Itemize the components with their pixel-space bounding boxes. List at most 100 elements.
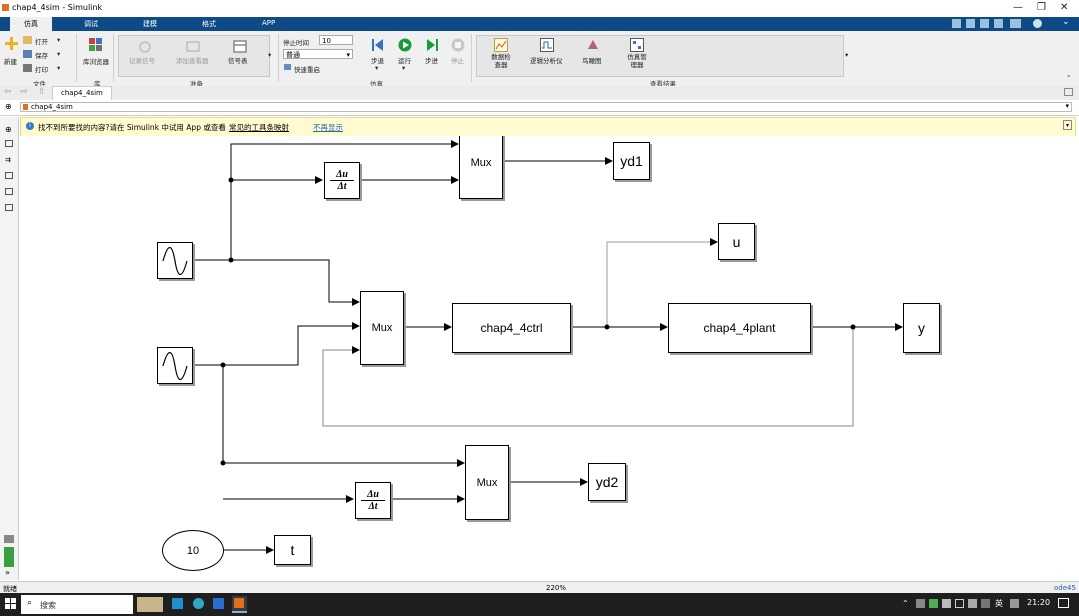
stop-time-input[interactable]: 10 — [319, 35, 353, 45]
tab-modeling[interactable]: 建模 — [143, 19, 157, 29]
ctrl-subsystem[interactable]: chap4_4ctrl — [452, 303, 571, 353]
step-back-icon[interactable] — [371, 38, 385, 52]
new-button[interactable]: 新建 — [4, 56, 17, 66]
pinned-app-icon-1[interactable] — [172, 598, 183, 609]
matlab-taskbar-icon[interactable] — [232, 596, 247, 613]
property-inspector-icon[interactable] — [4, 535, 14, 543]
derivative-block-1[interactable]: Δu Δt — [324, 162, 360, 199]
volume-icon[interactable] — [968, 599, 977, 608]
layout-icon[interactable] — [1010, 19, 1021, 28]
tab-format[interactable]: 格式 — [202, 19, 216, 29]
tab-menu-icon[interactable] — [1064, 88, 1073, 96]
data-inspector-button[interactable]: 数据检查器 — [491, 53, 511, 69]
simulation-mode-select[interactable]: 普通 ▾ — [283, 49, 353, 59]
constant-block[interactable]: 10 — [162, 530, 224, 571]
banner-menu-icon[interactable]: ▾ — [1063, 120, 1072, 130]
taskbar-search-box[interactable]: ⌕ 搜索 — [21, 595, 133, 614]
record-signal-button[interactable]: 记录信号 — [129, 55, 155, 65]
stop-button[interactable]: 停止 — [451, 55, 464, 65]
breadcrumb[interactable]: chap4_4sim ▾ — [20, 102, 1072, 112]
input-language[interactable]: 英 — [995, 598, 1003, 609]
sine-wave-block-1[interactable] — [157, 242, 193, 279]
model-tab[interactable]: chap4_4sim — [52, 86, 112, 101]
solver-link[interactable]: ode45 — [1054, 584, 1076, 592]
new-icon[interactable] — [5, 37, 18, 50]
prepare-expand-icon[interactable]: ▾ — [268, 51, 271, 59]
ribbon-minimize-icon[interactable]: ⌃ — [1066, 74, 1071, 82]
yd2-block[interactable]: yd2 — [588, 463, 626, 501]
library-browser-icon[interactable] — [89, 38, 103, 52]
dont-show-again-link[interactable]: 不再显示 — [313, 122, 343, 133]
derivative-block-2[interactable]: Δu Δt — [355, 482, 391, 519]
windows-start-icon[interactable] — [5, 598, 17, 610]
minimize-icon[interactable]: — — [1013, 2, 1023, 13]
clock[interactable]: 21:20 — [1027, 598, 1050, 607]
save-dropdown-icon[interactable]: ▾ — [57, 50, 60, 58]
cut-icon[interactable] — [966, 19, 975, 28]
pinned-app-icon-2[interactable] — [213, 598, 224, 609]
mux-block-3[interactable]: Mux — [465, 445, 509, 520]
open-button[interactable]: 打开 — [35, 36, 48, 46]
fit-view-icon[interactable] — [5, 140, 13, 147]
yd1-block[interactable]: yd1 — [613, 142, 650, 180]
save-quick-icon[interactable] — [952, 19, 961, 28]
toolstrip-map-link[interactable]: 常见的工具条映射 — [229, 122, 289, 133]
print-button[interactable]: 打印 — [35, 64, 48, 74]
forward-icon[interactable]: ⇨ — [20, 87, 28, 97]
network-icon[interactable] — [955, 599, 964, 608]
tab-simulation[interactable]: 仿真 — [10, 17, 52, 31]
save-button[interactable]: 保存 — [35, 50, 48, 60]
step-back-dropdown-icon[interactable]: ▾ — [375, 64, 378, 72]
open-dropdown-icon[interactable]: ▾ — [57, 36, 60, 44]
y-block[interactable]: y — [903, 303, 940, 353]
step-forward-button[interactable]: 步进 — [425, 55, 438, 65]
ime-icon[interactable] — [1010, 599, 1019, 608]
review-expand-icon[interactable]: ▾ — [845, 51, 848, 59]
help-icon[interactable] — [1033, 19, 1042, 28]
expand-panel-icon[interactable]: » — [5, 568, 10, 577]
redo-icon[interactable] — [994, 19, 1003, 28]
add-viewer-button[interactable]: 添加查看器 — [176, 55, 209, 65]
run-dropdown-icon[interactable]: ▾ — [402, 64, 405, 72]
close-icon[interactable]: ✕ — [1060, 2, 1068, 13]
sim-manager-button[interactable]: 仿真管理器 — [626, 53, 648, 69]
signal-table-button[interactable]: 信号表 — [228, 55, 248, 65]
step-forward-icon[interactable] — [425, 38, 439, 52]
model-data-icon[interactable] — [4, 547, 14, 567]
annotation-icon[interactable] — [5, 188, 13, 195]
notification-icon[interactable] — [1058, 598, 1069, 608]
breadcrumb-path[interactable]: chap4_4sim — [31, 103, 73, 111]
mux-block-2[interactable]: Mux — [360, 291, 404, 365]
collapse-ribbon-icon[interactable]: ⌄ — [1062, 17, 1070, 27]
restore-icon[interactable]: ❐ — [1037, 2, 1046, 13]
tray-icon-1[interactable] — [916, 599, 925, 608]
zoom-icon[interactable]: ⊕ — [5, 125, 12, 134]
edge-browser-icon[interactable] — [193, 598, 204, 609]
arrow-icon[interactable]: ⇉ — [5, 156, 11, 164]
up-icon[interactable]: ⇧ — [38, 87, 46, 97]
back-icon[interactable]: ⇦ — [4, 87, 12, 97]
tab-app[interactable]: APP — [262, 19, 275, 27]
area-icon[interactable] — [5, 204, 13, 211]
model-browser-icon[interactable]: ⊕ — [5, 102, 12, 111]
plant-subsystem[interactable]: chap4_4plant — [668, 303, 811, 353]
mux-block-1[interactable]: Mux — [459, 136, 503, 199]
tray-icon-2[interactable] — [929, 599, 938, 608]
logic-analyzer-button[interactable]: 逻辑分析仪 — [530, 55, 563, 65]
fast-restart-toggle[interactable]: 快速重启 — [294, 64, 320, 74]
image-icon[interactable] — [5, 172, 13, 179]
tray-icon-3[interactable] — [942, 599, 951, 608]
sine-wave-block-2[interactable] — [157, 347, 193, 384]
u-block[interactable]: u — [718, 223, 755, 260]
print-dropdown-icon[interactable]: ▾ — [57, 64, 60, 72]
run-icon[interactable] — [398, 38, 412, 52]
t-block[interactable]: t — [274, 535, 311, 565]
chevron-down-icon[interactable]: ▾ — [1065, 102, 1069, 110]
tab-debug[interactable]: 调试 — [84, 19, 98, 29]
weather-widget-icon[interactable] — [137, 597, 163, 612]
diagram-canvas[interactable]: Δu Δt Δu Δt Mux Mux Mux yd1 u y yd2 t ch… — [20, 136, 1077, 580]
bird-eye-button[interactable]: 鸟瞰图 — [582, 55, 602, 65]
battery-icon[interactable] — [981, 599, 990, 608]
library-browser-button[interactable]: 库浏览器 — [83, 56, 109, 66]
undo-icon[interactable] — [980, 19, 989, 28]
